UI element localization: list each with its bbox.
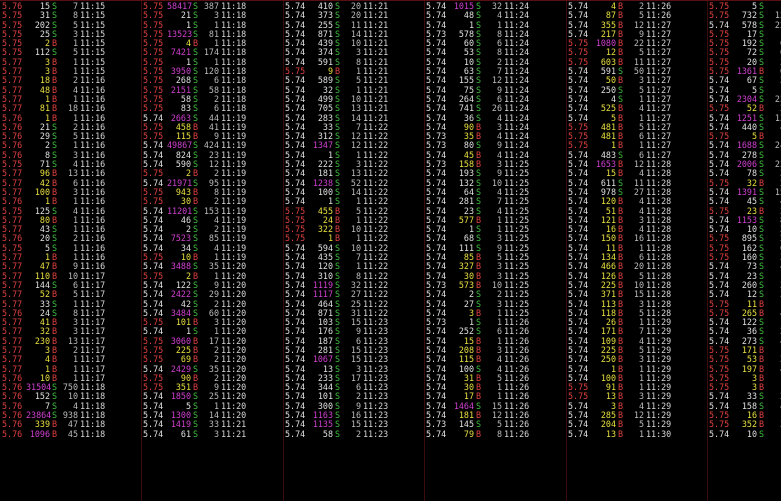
tick-count: 1	[767, 345, 781, 355]
tick-count: 6	[767, 66, 781, 76]
tick-column-4: 5.74 1015 S 32 11:24 5.74 48 S 4 11:24 5.74 1 S 1 11:2…	[424, 1, 566, 500]
tick-volume: 58	[322, 428, 333, 439]
tick-count: 4	[767, 196, 781, 206]
tick-volume: 61	[180, 428, 191, 439]
tick-count: 6	[767, 38, 781, 48]
tick-count: 4	[767, 336, 781, 346]
tick-side-flag: B	[52, 428, 58, 439]
tick-row: 5.74 61 S 3 11:21	[141, 428, 283, 439]
tick-count: 22	[774, 19, 781, 30]
tick-side-flag: B	[476, 428, 482, 439]
tick-count: 3	[767, 252, 781, 262]
tick-side-flag: S	[759, 428, 765, 439]
tick-count: 13	[774, 112, 781, 123]
column-separator	[283, 1, 284, 501]
tick-time: 11:26	[504, 428, 530, 439]
tick-count: 4	[767, 401, 781, 411]
tick-price: 5.74	[285, 428, 306, 439]
tick-column-2: 5.75 58417 S 387 11:18 5.75 21 S 3 11:18 5.75 1 S 1 11…	[141, 1, 283, 500]
tick-count: 3	[767, 354, 781, 364]
tick-count: 1	[767, 299, 781, 309]
tick-count: 2	[355, 428, 361, 439]
tick-count: 3	[767, 392, 781, 402]
tick-time: 11:30	[646, 428, 672, 439]
tick-column-5: 5.74 4 B 2 11:26 5.74 87 B 5 11:26 5.74 355 B 12 11:27…	[566, 1, 707, 500]
tick-count: 1	[767, 29, 781, 39]
tick-time: 11:18	[80, 428, 106, 439]
tick-time: 11:23	[363, 428, 389, 439]
tick-count: 3	[767, 206, 781, 216]
tick-price: 5.74	[426, 428, 447, 439]
tick-count: 1	[638, 428, 644, 439]
tick-side-flag: S	[193, 428, 199, 439]
tick-count: 22	[774, 159, 781, 170]
tick-count: 1	[767, 317, 781, 327]
tick-row: 5.74 10S1	[707, 428, 781, 439]
tick-column-3: 5.74 410 S 20 11:21 5.74 373 S 20 11:21 5.74 255 S 11…	[283, 1, 424, 500]
tick-count: 3	[767, 289, 781, 299]
tick-count: 4	[767, 122, 781, 132]
tick-count: 15	[774, 186, 781, 197]
tick-row: 5.76 1096 B 45 11:18	[0, 428, 141, 439]
column-separator	[424, 1, 425, 501]
tick-count: 3	[767, 76, 781, 86]
tick-volume: 10	[746, 428, 757, 439]
tick-count: 4	[767, 308, 781, 318]
tick-row: 5.74 58 S 2 11:23	[283, 428, 424, 439]
column-separator	[707, 1, 708, 501]
tick-row: 5.74 13 B 1 11:30	[566, 428, 707, 439]
tick-count: 3	[767, 57, 781, 67]
tick-volume: 13	[605, 428, 616, 439]
tick-count: 3	[767, 169, 781, 179]
tick-count: 3	[213, 428, 219, 439]
tick-count: 6	[767, 243, 781, 253]
tick-count: 3	[767, 280, 781, 290]
tick-price: 5.74	[709, 428, 730, 439]
tick-count: 4	[767, 262, 781, 272]
tick-volume: 79	[463, 428, 474, 439]
tick-count: 2	[767, 327, 781, 337]
column-separator	[566, 1, 567, 501]
tick-time: 11:21	[221, 428, 247, 439]
tick-side-flag: S	[335, 428, 341, 439]
tick-count: 1	[767, 382, 781, 392]
tick-count: 1	[767, 271, 781, 281]
tick-count: 23	[774, 93, 781, 104]
tick-count: 6	[767, 48, 781, 58]
tick-price: 5.76	[2, 428, 23, 439]
tick-count: 1	[767, 410, 781, 420]
column-separator	[141, 1, 142, 501]
tick-price: 5.74	[143, 428, 164, 439]
tick-column-1: 5.76 15 S 7 11:15 5.75 31 S 8 11:15 5.75 202 S 5 11:15…	[0, 1, 141, 500]
tick-count: 8	[767, 215, 781, 225]
tick-row: 5.74 79 B 8 11:26	[424, 428, 566, 439]
time-and-sales-board: 5.76 15 S 7 11:15 5.75 31 S 8 11:15 5.75 202 S 5 11:15…	[0, 0, 781, 501]
tick-side-flag: B	[618, 428, 624, 439]
tick-column-6: 5.755S15.75732S125.74578S225.7517S15.751…	[707, 1, 781, 500]
tick-count: 45	[67, 428, 78, 439]
tick-price: 5.74	[568, 428, 589, 439]
tick-count: 3	[767, 420, 781, 430]
tick-count: 24	[774, 140, 781, 151]
tick-count: 3	[767, 224, 781, 234]
tick-count: 1	[767, 373, 781, 383]
tick-volume: 1096	[29, 428, 50, 439]
tick-count: 2	[767, 234, 781, 244]
tick-count: 4	[767, 364, 781, 374]
tick-count: 8	[496, 428, 502, 439]
tick-count: 1	[767, 429, 781, 439]
